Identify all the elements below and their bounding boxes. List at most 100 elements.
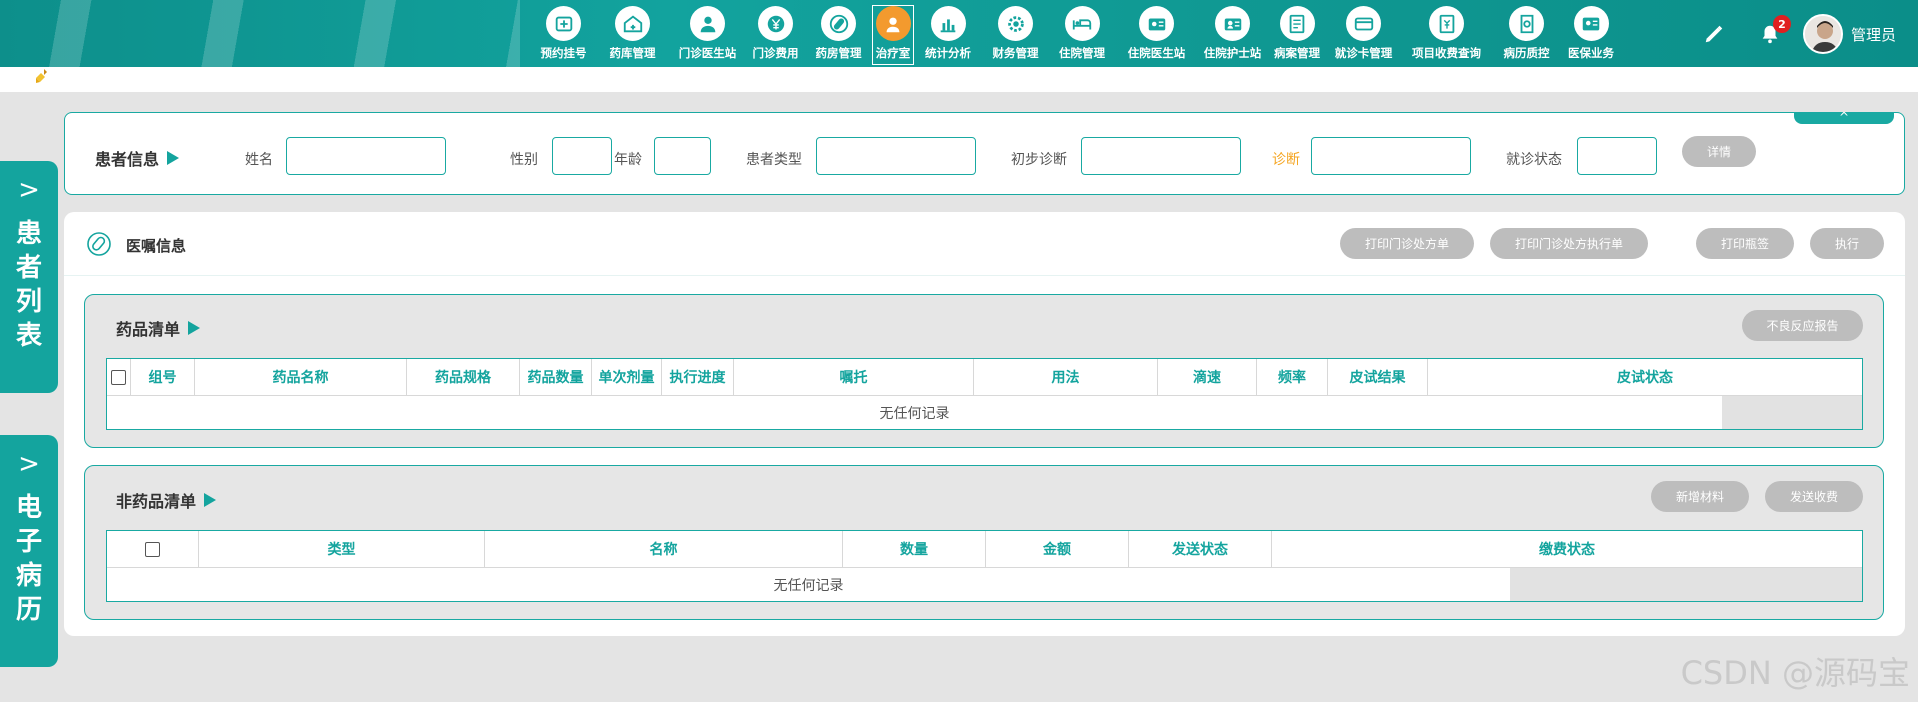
gender-input[interactable]: [552, 137, 612, 175]
quality-icon: [1509, 6, 1544, 41]
column-header[interactable]: 单次剂量: [592, 359, 662, 396]
select-all-cell: [107, 531, 199, 568]
print-prescription-button[interactable]: 打印门诊处方单: [1340, 228, 1474, 259]
toolbar-strip: [0, 67, 1918, 92]
adverse-reaction-report-button[interactable]: 不良反应报告: [1742, 310, 1863, 341]
column-header[interactable]: 药品数量: [520, 359, 592, 396]
column-header[interactable]: 皮试结果: [1328, 359, 1428, 396]
non-drug-table: 类型 名称 数量 金额 发送状态 缴费状态 无任何记录: [106, 530, 1863, 602]
name-label: 姓名: [245, 152, 273, 168]
drug-table: 组号 药品名称 药品规格 药品数量 单次剂量 执行进度 嘱托 用法 滴速 频率 皮试结果 皮试状态 无…: [106, 358, 1863, 430]
select-all-checkbox[interactable]: [145, 541, 160, 557]
nav-item-11[interactable]: 病案管理: [1268, 6, 1326, 64]
select-all-checkbox[interactable]: [111, 369, 126, 385]
patient-info-card: ^ 患者信息 姓名 性别 年龄 患者类型 初步诊断 诊断 就诊状态 详情: [64, 111, 1905, 195]
nav-item-1[interactable]: 药库管理: [597, 6, 668, 64]
order-header: 医嘱信息 打印门诊处方单 打印门诊处方执行单 打印瓶签 执行: [64, 212, 1905, 276]
top-right-controls: 2 管理员: [1699, 12, 1918, 56]
doctor-icon: [690, 6, 725, 41]
order-panel: 医嘱信息 打印门诊处方单 打印门诊处方执行单 打印瓶签 执行 药品清单 不良反应…: [64, 212, 1905, 636]
select-all-cell: [107, 359, 131, 396]
card-icon: [1346, 6, 1381, 41]
column-header[interactable]: 药品名称: [195, 359, 407, 396]
name-input[interactable]: [286, 137, 446, 175]
nav-item-label: 项目收费查询: [1412, 46, 1481, 60]
insurance-icon: [1573, 6, 1609, 41]
notification-bell-icon[interactable]: 2: [1755, 15, 1791, 49]
triangle-right-icon: [167, 151, 180, 165]
nav-item-label: 药库管理: [609, 46, 656, 60]
side-tab-emr[interactable]: > 电子病历: [0, 435, 58, 667]
column-header[interactable]: 皮试状态: [1428, 359, 1862, 396]
column-header[interactable]: 发送状态: [1129, 531, 1272, 568]
yuan-icon: [758, 6, 793, 41]
column-header[interactable]: 滴速: [1158, 359, 1257, 396]
column-header[interactable]: 频率: [1257, 359, 1328, 396]
admin-name[interactable]: 管理员: [1851, 24, 1896, 45]
nav-item-label: 就诊卡管理: [1334, 46, 1393, 60]
broom-icon[interactable]: [34, 68, 50, 88]
nav-item-3[interactable]: 门诊费用: [747, 6, 804, 64]
nav-item-label: 住院医生站: [1127, 46, 1186, 60]
nav-item-label: 医保业务: [1568, 46, 1614, 60]
nurse-card-icon: [1215, 6, 1250, 41]
non-drug-list-title-text: 非药品清单: [116, 492, 197, 511]
visit-status-label: 就诊状态: [1506, 152, 1562, 168]
nav-item-13[interactable]: 项目收费查询: [1401, 6, 1492, 64]
case-file-icon: [1279, 6, 1315, 41]
column-header[interactable]: 名称: [485, 531, 843, 568]
column-header[interactable]: 组号: [131, 359, 195, 396]
diagnosis-input[interactable]: [1311, 137, 1471, 175]
nav-item-5[interactable]: 治疗室: [872, 5, 914, 65]
column-header[interactable]: 数量: [843, 531, 986, 568]
nav-item-14[interactable]: 病历质控: [1492, 6, 1561, 64]
detail-button[interactable]: 详情: [1682, 136, 1756, 167]
nav-item-15[interactable]: 医保业务: [1561, 6, 1621, 64]
nav-item-9[interactable]: 住院医生站: [1116, 6, 1197, 64]
diagnosis-label[interactable]: 诊断: [1272, 149, 1300, 169]
side-tab-label: 电子病历: [15, 493, 42, 625]
nav-item-0[interactable]: 预约挂号: [530, 6, 597, 64]
column-header[interactable]: 嘱托: [734, 359, 974, 396]
notification-badge: 2: [1772, 15, 1791, 33]
bed-icon: [1064, 6, 1100, 41]
nav-item-label: 住院管理: [1059, 46, 1105, 60]
pill-icon: [821, 6, 856, 41]
patient-info-title: 患者信息: [95, 146, 180, 170]
triangle-right-icon: [204, 493, 217, 507]
nurse-icon: [875, 6, 911, 41]
add-material-button[interactable]: 新增材料: [1651, 481, 1749, 512]
top-bar: 预约挂号 药库管理 门诊医生站 门诊费用 药房管理 治疗室 统计分析 财务管理 住院管理 住院医生…: [0, 0, 1918, 67]
column-header[interactable]: 执行进度: [662, 359, 734, 396]
nav-item-4[interactable]: 药房管理: [804, 6, 873, 64]
column-header[interactable]: 金额: [986, 531, 1129, 568]
age-input[interactable]: [654, 137, 711, 175]
avatar[interactable]: [1802, 14, 1843, 54]
print-bottle-label-button[interactable]: 打印瓶签: [1696, 228, 1794, 259]
execute-button[interactable]: 执行: [1810, 228, 1884, 259]
header-decoration: [0, 0, 520, 67]
collapse-toggle[interactable]: ^: [1794, 111, 1894, 124]
side-tab-patient-list[interactable]: > 患者列表: [0, 161, 58, 393]
nav-item-10[interactable]: 住院护士站: [1197, 6, 1268, 64]
empty-filler: [1722, 396, 1862, 429]
initial-diagnosis-input[interactable]: [1081, 137, 1241, 175]
empty-message: 无任何记录: [773, 577, 844, 594]
column-header[interactable]: 药品规格: [407, 359, 520, 396]
patient-type-input[interactable]: [816, 137, 976, 175]
nav-item-8[interactable]: 住院管理: [1048, 6, 1116, 64]
nav-item-label: 门诊医生站: [678, 46, 737, 60]
send-charge-button[interactable]: 发送收费: [1765, 481, 1863, 512]
edit-icon[interactable]: [1699, 19, 1729, 49]
visit-status-input[interactable]: [1577, 137, 1657, 175]
print-execution-sheet-button[interactable]: 打印门诊处方执行单: [1490, 228, 1648, 259]
age-label: 年龄: [614, 152, 642, 168]
watermark: CSDN @源码宝: [1680, 654, 1910, 692]
nav-item-6[interactable]: 统计分析: [913, 6, 983, 64]
column-header[interactable]: 用法: [974, 359, 1158, 396]
nav-item-12[interactable]: 就诊卡管理: [1326, 6, 1401, 64]
nav-item-7[interactable]: 财务管理: [983, 6, 1048, 64]
column-header[interactable]: 缴费状态: [1272, 531, 1862, 568]
nav-item-2[interactable]: 门诊医生站: [668, 6, 747, 64]
column-header[interactable]: 类型: [199, 531, 485, 568]
